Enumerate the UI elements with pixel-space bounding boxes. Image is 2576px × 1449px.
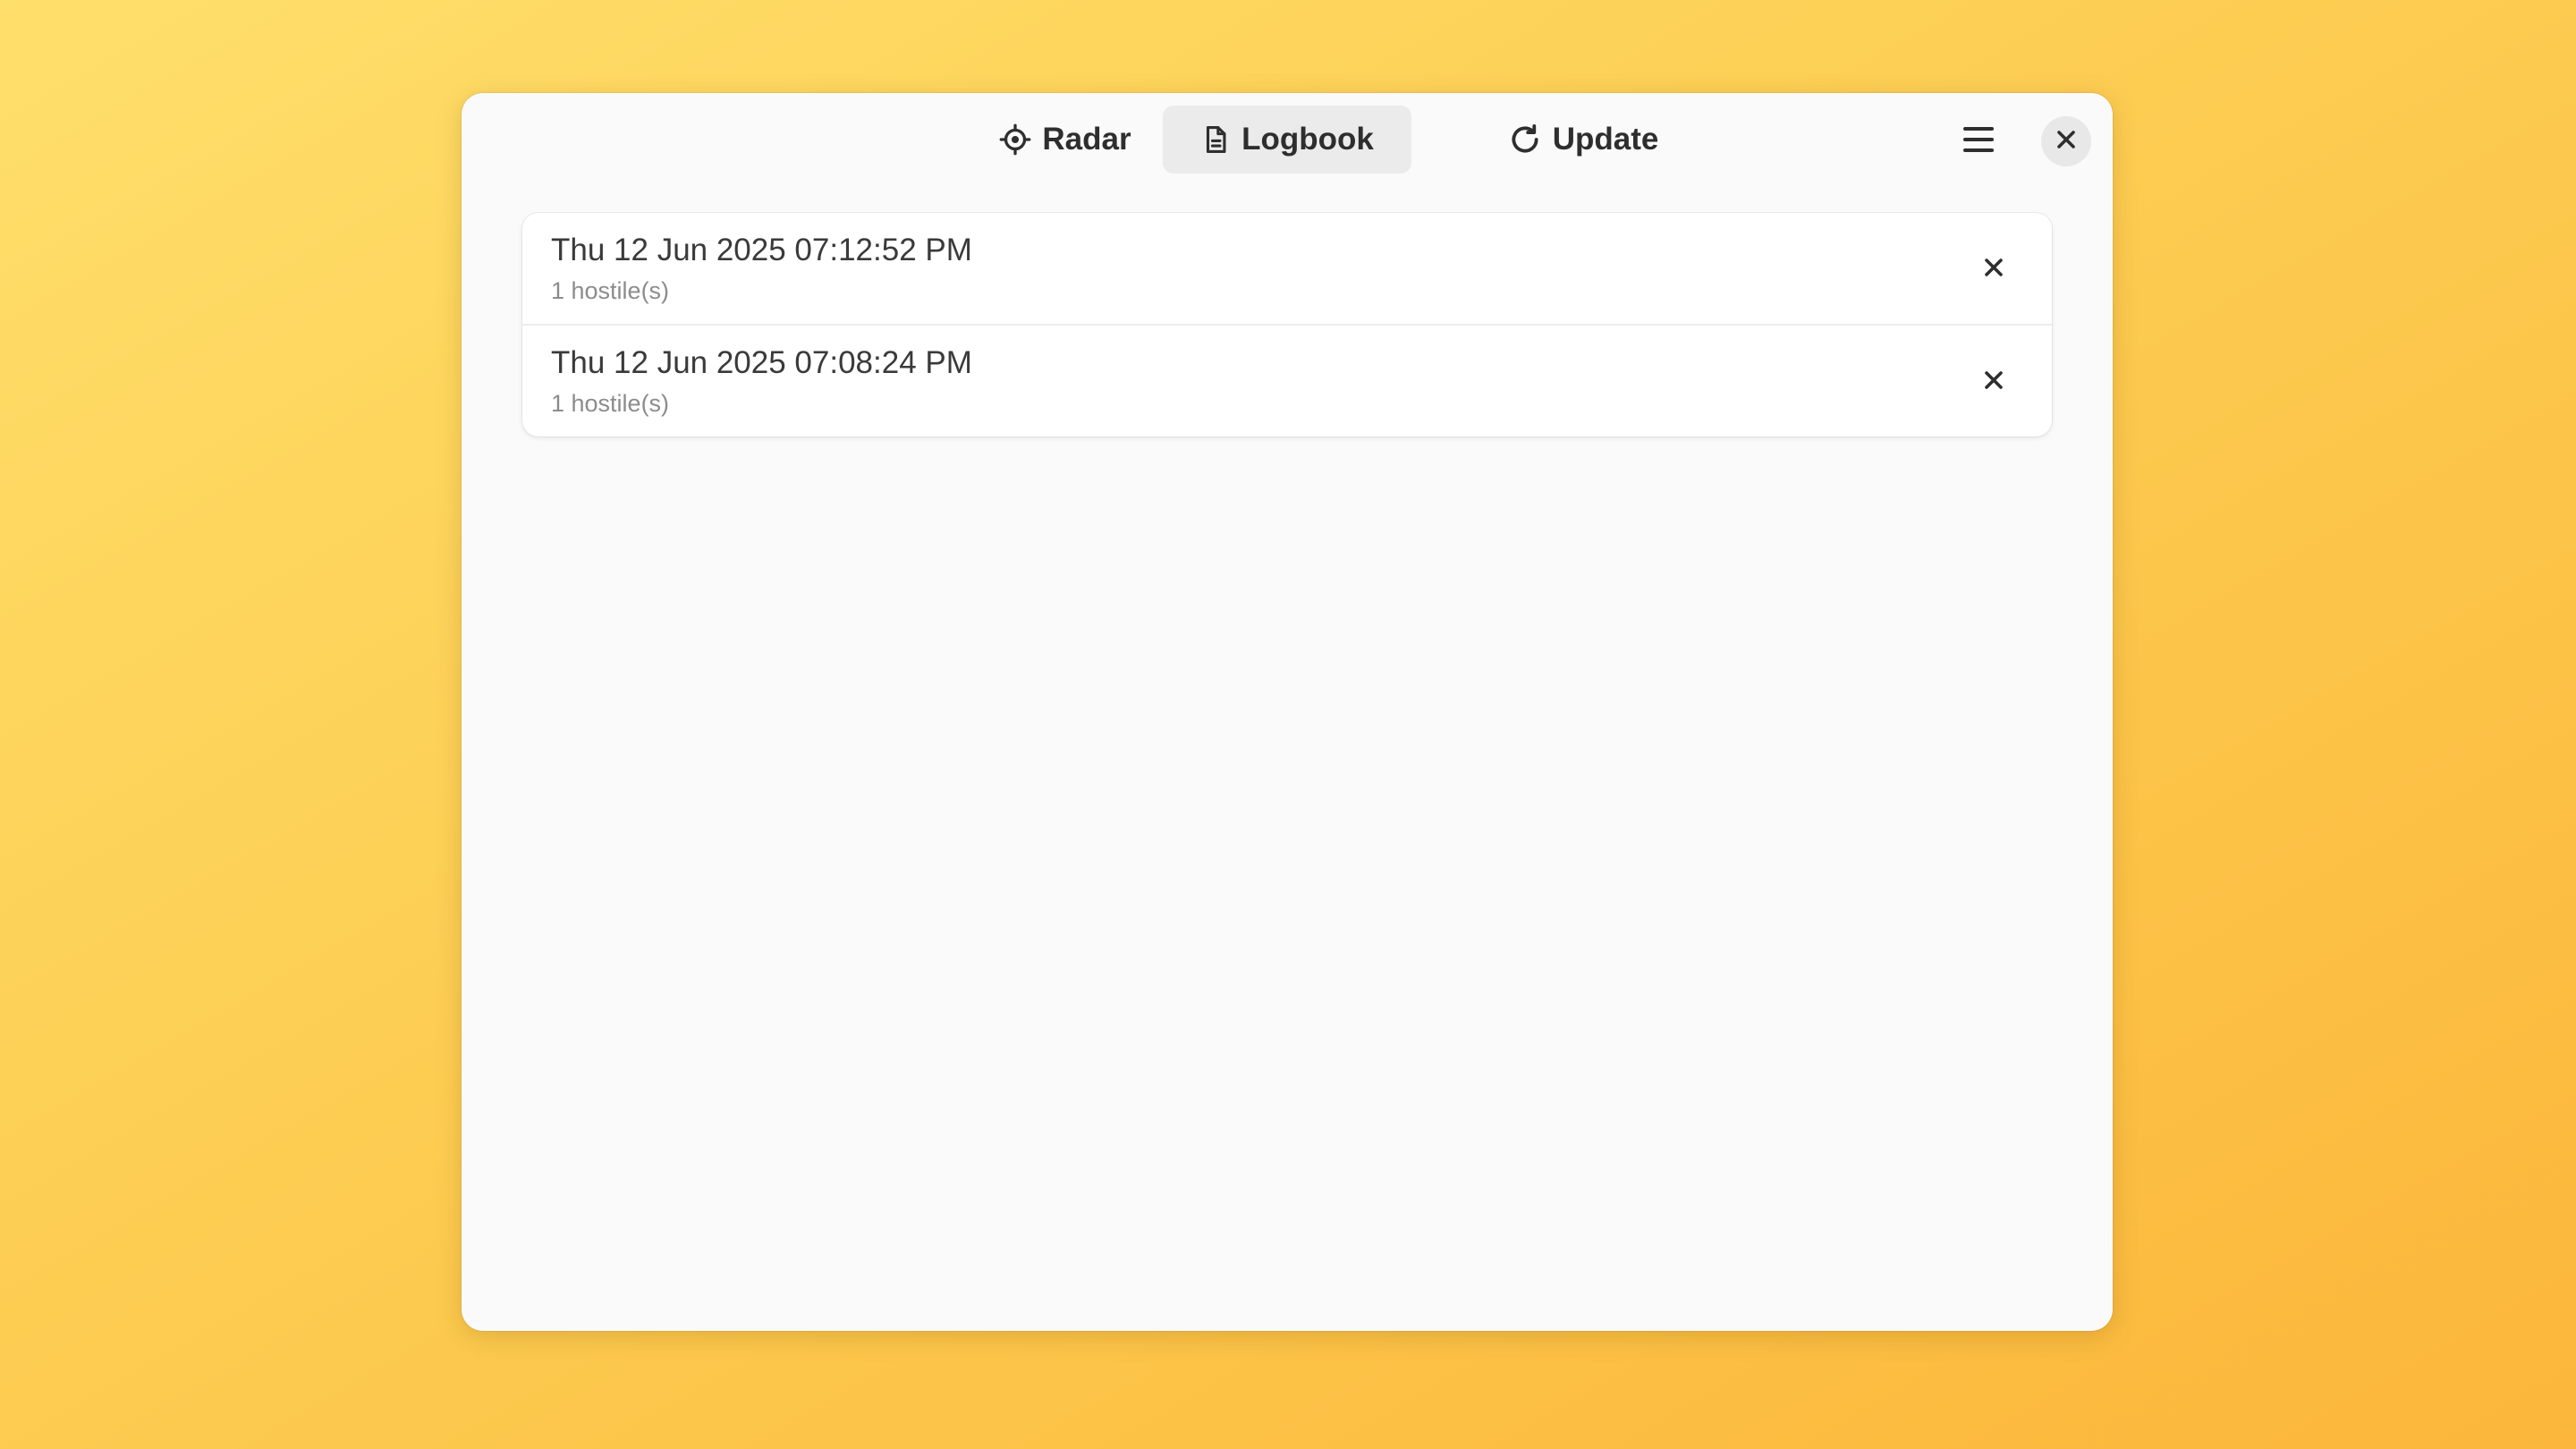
logbook-list: Thu 12 Jun 2025 07:12:52 PM 1 hostile(s)…	[522, 213, 2052, 436]
tab-label: Logbook	[1241, 122, 1374, 157]
refresh-icon	[1508, 123, 1542, 157]
hamburger-menu-icon	[1962, 125, 1995, 158]
crosshair-icon	[999, 123, 1031, 156]
close-icon	[2056, 130, 2076, 154]
document-icon	[1200, 123, 1231, 156]
remove-entry-icon	[1984, 370, 2004, 394]
tab-radar[interactable]: Radar	[952, 106, 1179, 174]
remove-entry-button[interactable]	[1971, 360, 2016, 404]
tab-label: Update	[1552, 122, 1659, 157]
window-close-button[interactable]	[2041, 116, 2091, 166]
list-item[interactable]: Thu 12 Jun 2025 07:12:52 PM 1 hostile(s)	[522, 213, 2052, 326]
remove-entry-icon	[1984, 258, 2004, 282]
tab-logbook[interactable]: Logbook	[1163, 106, 1411, 174]
entry-timestamp: Thu 12 Jun 2025 07:08:24 PM	[551, 345, 972, 380]
remove-entry-button[interactable]	[1971, 247, 2016, 292]
entry-detail: 1 hostile(s)	[551, 277, 670, 304]
entry-timestamp: Thu 12 Jun 2025 07:12:52 PM	[551, 233, 972, 267]
list-item[interactable]: Thu 12 Jun 2025 07:08:24 PM 1 hostile(s)	[522, 326, 2052, 436]
header-bar: Radar Logbook Update	[462, 93, 2113, 184]
app-window: Radar Logbook Update Thu 12 Jun 2025 07:…	[462, 93, 2113, 1331]
main-menu-button[interactable]	[1950, 113, 2007, 170]
tab-update[interactable]: Update	[1449, 106, 1717, 174]
tab-label: Radar	[1042, 122, 1131, 157]
entry-detail: 1 hostile(s)	[551, 390, 670, 417]
